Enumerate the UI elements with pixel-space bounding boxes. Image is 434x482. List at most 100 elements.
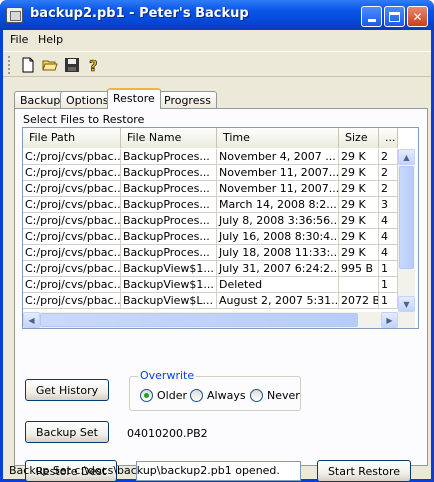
- cell-name: BackupView$1...: [121, 261, 217, 277]
- cell-path: C:/proj/cvs/pbac...: [23, 197, 121, 213]
- cell-name: BackupProces...: [121, 229, 217, 245]
- table-row[interactable]: C:/proj/cvs/pbac... BackupProces... March …: [23, 197, 398, 213]
- title-bar[interactable]: backup2.pb1 - Peter's Backup ✕: [0, 0, 434, 30]
- menu-file[interactable]: File: [10, 33, 28, 46]
- cell-name: BackupProces...: [121, 245, 217, 261]
- cell-time: November 11, 2007...: [217, 181, 339, 197]
- menu-bar: File Help: [3, 30, 431, 50]
- column-file-name[interactable]: File Name: [121, 128, 217, 148]
- cell-size: 29 K: [339, 165, 379, 181]
- cell-path: C:/proj/cvs/pbac...: [23, 293, 121, 309]
- files-table: File Path File Name Time Size ... C:/pro…: [22, 127, 419, 329]
- cell-size: 29 K: [339, 149, 379, 165]
- radio-empty-icon: [190, 389, 203, 402]
- help-question-icon[interactable]: ?: [84, 55, 104, 75]
- table-row[interactable]: C:/proj/cvs/pbac... BackupView$1... Delete…: [23, 277, 398, 293]
- window-title: backup2.pb1 - Peter's Backup: [30, 6, 249, 21]
- toolbar-grip[interactable]: [8, 56, 11, 74]
- table-row[interactable]: C:/proj/cvs/pbac... BackupProces... Novemb…: [23, 149, 398, 165]
- new-file-icon[interactable]: [18, 55, 38, 75]
- column-size[interactable]: Size: [339, 128, 379, 148]
- backup-set-button[interactable]: Backup Set: [25, 421, 109, 443]
- overwrite-always-radio[interactable]: Always: [190, 389, 246, 402]
- cell-name: BackupProces...: [121, 149, 217, 165]
- overwrite-older-label: Older: [157, 389, 187, 402]
- table-row[interactable]: C:/proj/cvs/pbac... BackupProces... Novemb…: [23, 181, 398, 197]
- radio-empty-icon: [250, 389, 263, 402]
- vertical-scroll-thumb[interactable]: [399, 166, 414, 269]
- chevron-right-icon: ▶: [386, 315, 393, 325]
- client-area: File Help ? Backup Options Restore Progr…: [3, 30, 431, 482]
- chevron-left-icon: ◀: [28, 315, 35, 325]
- table-row[interactable]: C:/proj/cvs/pbac... BackupProces... July 1…: [23, 229, 398, 245]
- overwrite-older-radio[interactable]: Older: [140, 389, 187, 402]
- save-disk-icon[interactable]: [62, 55, 82, 75]
- get-history-button[interactable]: Get History: [25, 379, 109, 401]
- horizontal-scroll-thumb[interactable]: [40, 313, 358, 327]
- cell-name: BackupView$1...: [121, 277, 217, 293]
- scroll-up-button[interactable]: ▲: [398, 149, 415, 165]
- horizontal-scrollbar[interactable]: ◀ ▶: [23, 312, 415, 328]
- table-row[interactable]: C:/proj/cvs/pbac... BackupProces... Novemb…: [23, 165, 398, 181]
- cell-time: November 11, 2007...: [217, 165, 339, 181]
- cell-time: Deleted: [217, 277, 339, 293]
- scroll-left-button[interactable]: ◀: [23, 312, 40, 328]
- maximize-button[interactable]: [384, 6, 405, 27]
- cell-extra: 3: [379, 197, 398, 213]
- radio-selected-icon: [140, 389, 153, 402]
- tab-restore[interactable]: Restore: [107, 88, 161, 109]
- overwrite-never-radio[interactable]: Never: [250, 389, 300, 402]
- menu-help[interactable]: Help: [38, 33, 63, 46]
- table-row[interactable]: C:/proj/cvs/pbac... BackupProces... July 1…: [23, 245, 398, 261]
- table-header: File Path File Name Time Size ...: [23, 128, 398, 148]
- minimize-button[interactable]: [361, 6, 382, 27]
- close-button[interactable]: ✕: [407, 6, 428, 27]
- tab-progress[interactable]: Progress: [158, 91, 217, 109]
- overwrite-always-label: Always: [207, 389, 246, 402]
- close-icon: ✕: [412, 9, 423, 24]
- restore-panel: Select Files to Restore File Path File N…: [14, 108, 428, 482]
- minimize-icon: [367, 19, 376, 22]
- table-row[interactable]: C:/proj/cvs/pbac... BackupView$L... August…: [23, 293, 398, 309]
- cell-size: 995 B: [339, 261, 379, 277]
- cell-extra: 2: [379, 149, 398, 165]
- cell-time: July 18, 2008 11:33:...: [217, 245, 339, 261]
- chevron-down-icon: ▼: [403, 299, 410, 309]
- scroll-right-button[interactable]: ▶: [381, 312, 398, 328]
- column-time[interactable]: Time: [217, 128, 339, 148]
- tab-backup[interactable]: Backup: [14, 91, 67, 109]
- table-row[interactable]: C:/proj/cvs/pbac... BackupView$1... July 3…: [23, 261, 398, 277]
- cell-size: [339, 277, 379, 293]
- cell-extra: 1: [379, 277, 398, 293]
- cell-extra: 4: [379, 229, 398, 245]
- cell-extra: 1: [379, 293, 398, 309]
- column-file-path[interactable]: File Path: [23, 128, 121, 148]
- cell-size: 29 K: [339, 181, 379, 197]
- toolbar: ?: [3, 51, 431, 77]
- cell-extra: 4: [379, 213, 398, 229]
- chevron-up-icon: ▲: [403, 152, 410, 162]
- cell-path: C:/proj/cvs/pbac...: [23, 277, 121, 293]
- cell-extra: 4: [379, 245, 398, 261]
- cell-name: BackupView$L...: [121, 293, 217, 309]
- overwrite-title: Overwrite: [138, 369, 197, 382]
- cell-path: C:/proj/cvs/pbac...: [23, 181, 121, 197]
- cell-time: August 2, 2007 5:31...: [217, 293, 339, 309]
- app-window: backup2.pb1 - Peter's Backup ✕ File Help…: [0, 0, 434, 482]
- scroll-down-button[interactable]: ▼: [398, 296, 415, 312]
- column-more[interactable]: ...: [379, 128, 398, 148]
- open-folder-icon[interactable]: [40, 55, 60, 75]
- cell-path: C:/proj/cvs/pbac...: [23, 213, 121, 229]
- cell-name: BackupProces...: [121, 165, 217, 181]
- overwrite-never-label: Never: [267, 389, 300, 402]
- svg-text:?: ?: [89, 57, 98, 73]
- cell-time: November 4, 2007 ...: [217, 149, 339, 165]
- vertical-scrollbar[interactable]: ▲ ▼: [398, 149, 415, 312]
- overwrite-group: Overwrite Older Always Never: [129, 369, 301, 411]
- table-row[interactable]: C:/proj/cvs/pbac... BackupProces... July 8…: [23, 213, 398, 229]
- cell-path: C:/proj/cvs/pbac...: [23, 149, 121, 165]
- cell-name: BackupProces...: [121, 181, 217, 197]
- status-bar: Backup Set c:\docs\backup\backup2.pb1 op…: [9, 464, 280, 477]
- cell-size: 29 K: [339, 229, 379, 245]
- maximize-icon: [389, 11, 400, 22]
